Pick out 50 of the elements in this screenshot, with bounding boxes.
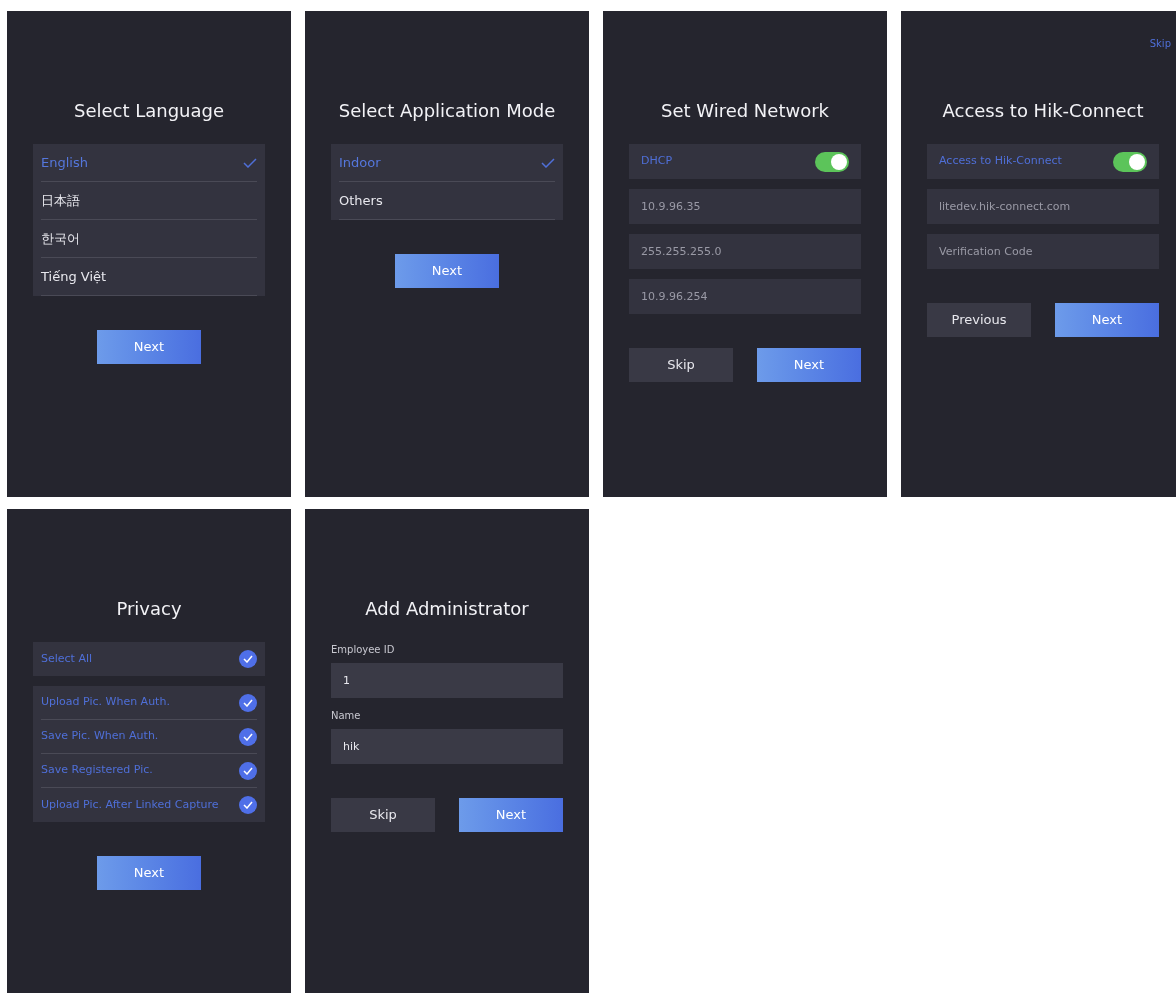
toggle-switch[interactable] [1113, 151, 1147, 172]
checkbox-label: Upload Pic. After Linked Capture [41, 796, 219, 813]
toggle-label: DHCP [641, 153, 673, 170]
checkmark-icon [243, 698, 253, 707]
input-field[interactable]: 255.255.255.0 [629, 234, 861, 269]
input-field[interactable]: litedev.hik-connect.com [927, 189, 1159, 224]
checkbox-label: Select All [41, 650, 93, 667]
next-button[interactable]: Next [1055, 303, 1159, 337]
checkbox[interactable] [239, 650, 257, 668]
next-button[interactable]: Next [97, 856, 201, 890]
checkbox-label: Upload Pic. When Auth. [41, 694, 170, 711]
field-label: Employee ID [331, 643, 396, 657]
screen-title: Select Application Mode [337, 99, 557, 123]
checkbox-label: Save Registered Pic. [41, 762, 153, 779]
secondary-button[interactable]: Skip [331, 798, 435, 832]
screen-title: Add Administrator [364, 597, 530, 621]
input-field[interactable]: 1 [331, 663, 563, 698]
option-item[interactable]: Others [339, 182, 555, 220]
option-item[interactable]: 한국어 [41, 220, 257, 258]
input-field[interactable]: 10.9.96.35 [629, 189, 861, 224]
checkbox-label: Save Pic. When Auth. [41, 728, 159, 745]
checkbox[interactable] [239, 761, 257, 780]
checkmark-icon [243, 766, 253, 775]
toggle-switch[interactable] [815, 151, 849, 172]
screen-title: Access to Hik-Connect [941, 99, 1145, 123]
next-button[interactable]: Next [395, 254, 499, 288]
secondary-button[interactable]: Skip [629, 348, 733, 382]
option-item[interactable]: English [41, 144, 257, 182]
input-field[interactable]: Verification Code [927, 234, 1159, 269]
checkmark-icon [243, 801, 253, 809]
checkbox[interactable] [239, 796, 257, 814]
secondary-button[interactable]: Previous [927, 303, 1031, 337]
option-item[interactable]: 日本語 [41, 182, 257, 220]
checkbox[interactable] [239, 727, 257, 746]
screen-title: Set Wired Network [659, 99, 831, 123]
next-button[interactable]: Next [459, 798, 563, 832]
input-field[interactable]: hik [331, 729, 563, 764]
screen-title: Privacy [115, 597, 183, 621]
input-field[interactable]: 10.9.96.254 [629, 279, 861, 314]
toggle-label: Access to Hik-Connect [939, 153, 1062, 170]
checkbox[interactable] [239, 693, 257, 712]
skip-link[interactable]: Skip [1149, 36, 1171, 51]
option-item[interactable]: Tiếng Việt [41, 258, 257, 296]
checkmark-icon [243, 732, 253, 741]
next-button[interactable]: Next [97, 330, 201, 364]
next-button[interactable]: Next [757, 348, 861, 382]
field-label: Name [331, 709, 362, 723]
screen-title: Select Language [72, 99, 226, 123]
checkmark-icon [243, 655, 253, 663]
option-item[interactable]: Indoor [339, 144, 555, 182]
